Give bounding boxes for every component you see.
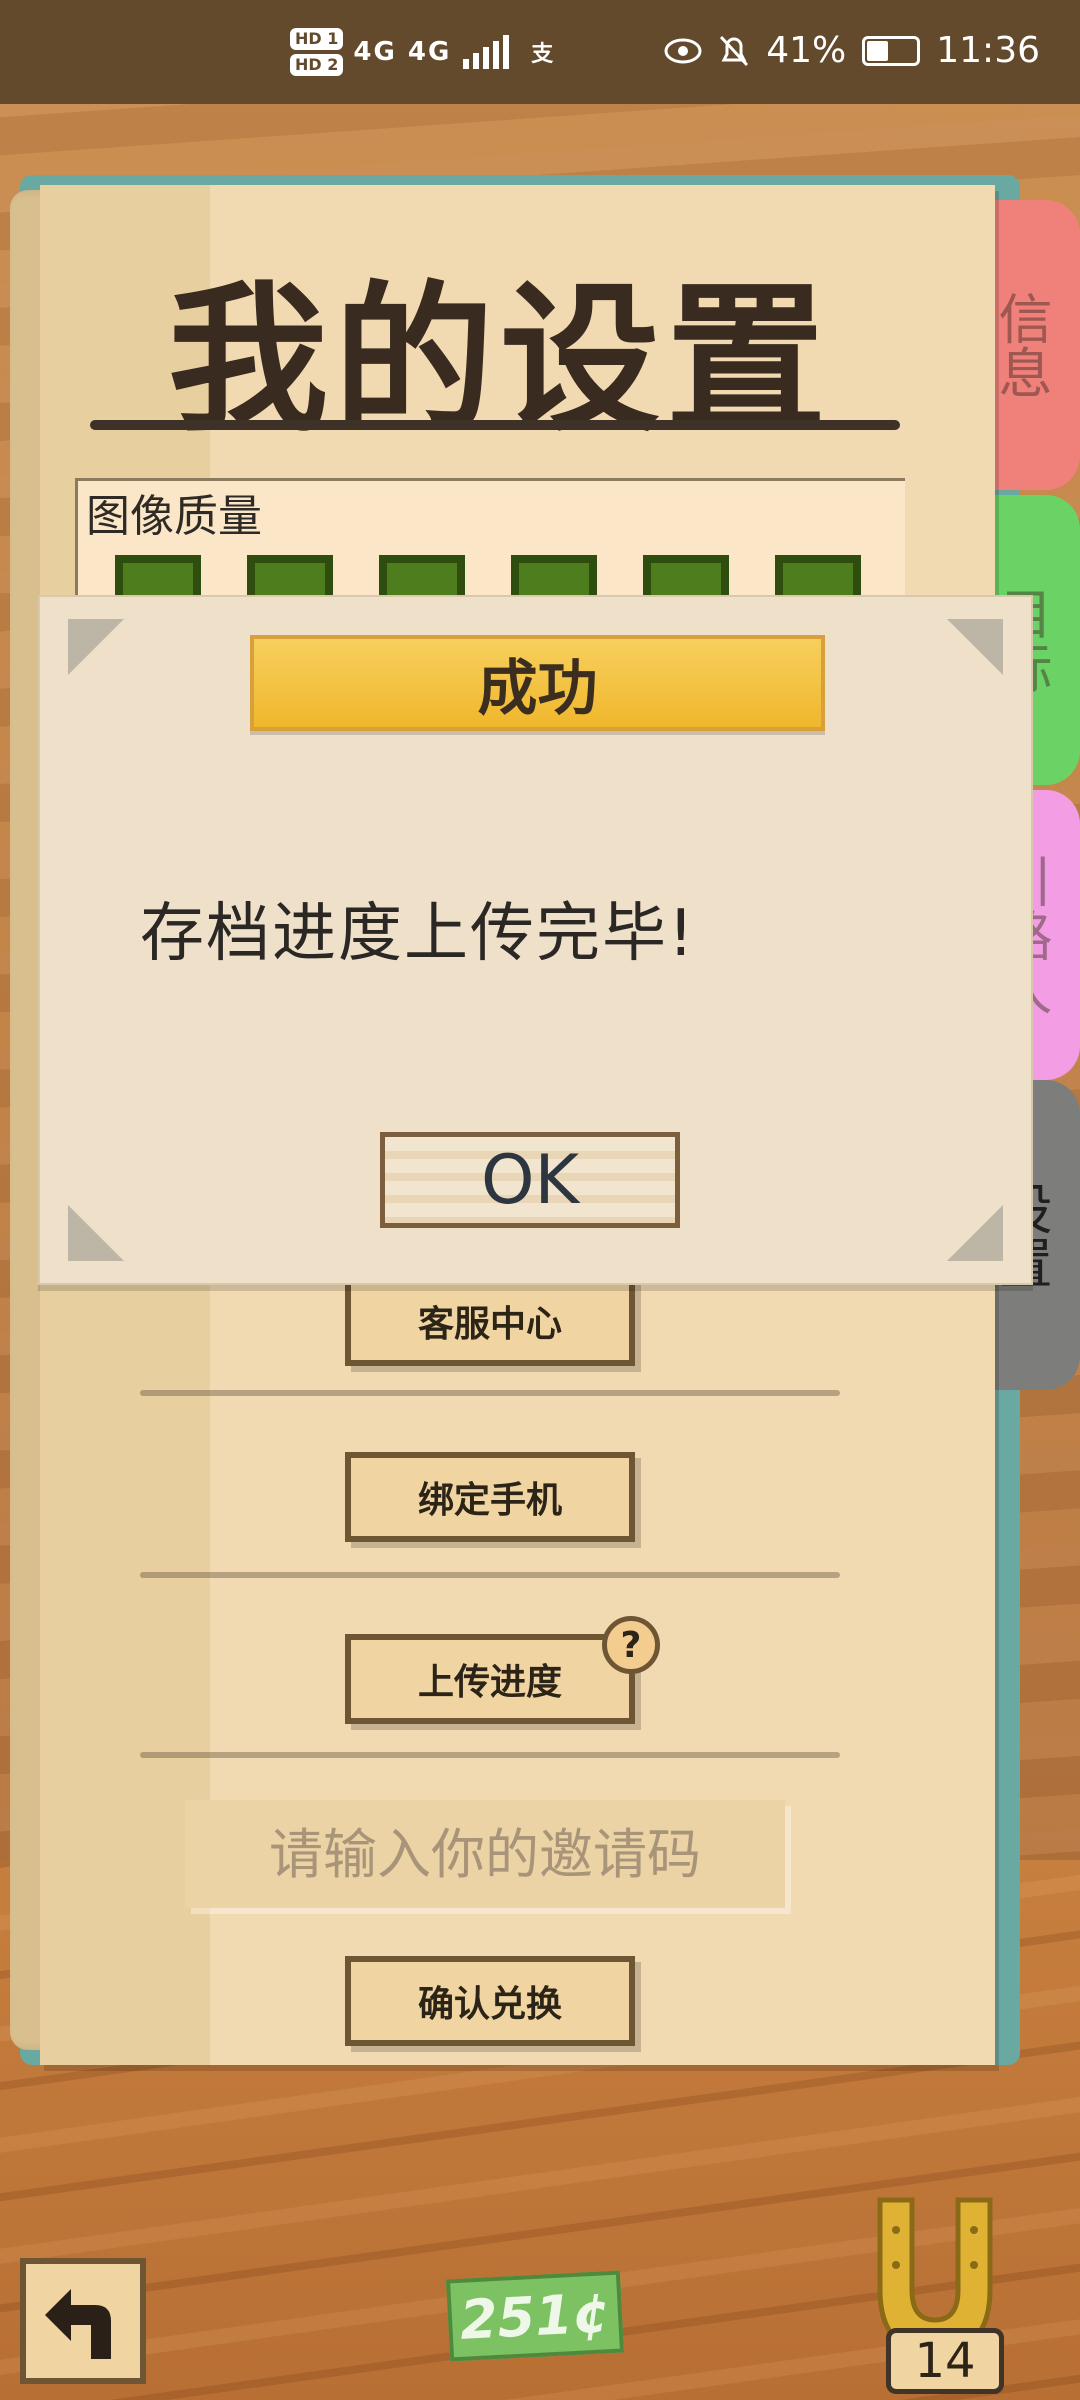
confirm-redeem-button[interactable]: 确认兑换 — [345, 1956, 635, 2046]
battery-text: 41% — [766, 30, 847, 71]
success-dialog: 成功 存档进度上传完毕! OK — [38, 595, 1033, 1285]
currency-display: 251¢ — [445, 2270, 625, 2362]
horseshoe-count: 14 — [886, 2328, 1004, 2394]
back-arrow-icon — [45, 2289, 111, 2359]
divider-1 — [140, 1390, 840, 1396]
signal-bars-icon — [463, 35, 510, 69]
dialog-corner — [947, 619, 1003, 675]
dialog-message: 存档进度上传完毕! — [140, 897, 696, 971]
hd2-badge: HD 2 — [290, 54, 344, 76]
help-icon[interactable]: ? — [602, 1616, 660, 1674]
signal-text: 4G 4G — [353, 37, 452, 67]
ok-button[interactable]: OK — [380, 1132, 680, 1228]
dialog-corner — [68, 1205, 124, 1261]
hd-indicators: HD 1 HD 2 — [290, 28, 344, 76]
clock: 11:36 — [936, 30, 1040, 71]
status-left: HD 1 HD 2 4G 4G 支 — [290, 28, 553, 76]
eye-icon — [664, 38, 702, 63]
dialog-corner — [68, 619, 124, 675]
customer-service-button[interactable]: 客服中心 — [345, 1276, 635, 1366]
dialog-title: 成功 — [250, 635, 825, 731]
invite-code-input[interactable] — [185, 1800, 785, 1908]
dialog-corner — [947, 1205, 1003, 1261]
status-right: 41% 11:36 — [664, 30, 1040, 71]
divider-2 — [140, 1572, 840, 1578]
back-button[interactable] — [20, 2258, 146, 2384]
title-underline — [90, 420, 900, 430]
hd1-badge: HD 1 — [290, 28, 344, 50]
divider-3 — [140, 1752, 840, 1758]
alipay-icon: 支 — [531, 42, 554, 67]
mute-bell-icon — [720, 35, 749, 66]
upload-progress-button[interactable]: 上传进度 — [345, 1634, 635, 1724]
battery-icon — [862, 35, 921, 66]
image-quality-label: 图像质量 — [86, 491, 262, 542]
bind-phone-button[interactable]: 绑定手机 — [345, 1452, 635, 1542]
status-bar: HD 1 HD 2 4G 4G 支 41% 11:36 — [0, 0, 1080, 104]
